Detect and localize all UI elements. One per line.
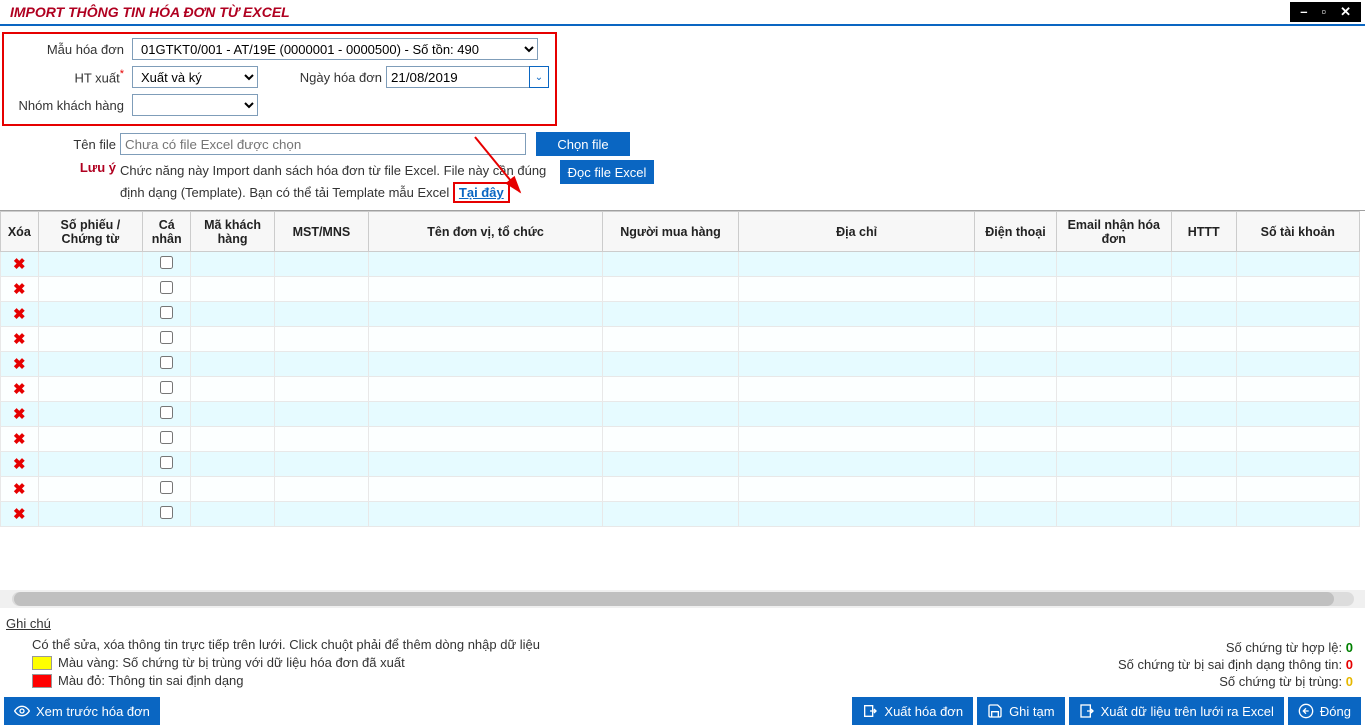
label-ten-file: Tên file	[2, 137, 116, 152]
swatch-yellow	[32, 656, 52, 670]
checkbox-ca-nhan[interactable]	[160, 306, 173, 319]
data-grid: XóaSố phiếu / Chứng từCá nhânMã khách hà…	[0, 210, 1365, 586]
delete-row-icon[interactable]: ✖	[13, 406, 26, 423]
delete-row-icon[interactable]: ✖	[13, 481, 26, 498]
maximize-icon[interactable]: ▫	[1321, 4, 1326, 20]
checkbox-ca-nhan[interactable]	[160, 431, 173, 444]
eye-icon	[14, 703, 30, 719]
excel-export-icon	[1079, 703, 1095, 719]
delete-row-icon[interactable]: ✖	[13, 356, 26, 373]
table-row[interactable]: ✖	[1, 352, 1360, 377]
note-text: Chức năng này Import danh sách hóa đơn t…	[120, 160, 550, 204]
btn-xuat-excel[interactable]: Xuất dữ liệu trên lưới ra Excel	[1069, 697, 1284, 725]
checkbox-ca-nhan[interactable]	[160, 456, 173, 469]
btn-xuat-hoa-don[interactable]: Xuất hóa đơn	[852, 697, 973, 725]
checkbox-ca-nhan[interactable]	[160, 381, 173, 394]
table-row[interactable]: ✖	[1, 477, 1360, 502]
close-icon[interactable]: ✕	[1340, 4, 1351, 20]
col-header[interactable]: Xóa	[1, 212, 39, 252]
delete-row-icon[interactable]: ✖	[13, 281, 26, 298]
input-ten-file	[120, 133, 526, 155]
table-row[interactable]: ✖	[1, 327, 1360, 352]
table-row[interactable]: ✖	[1, 402, 1360, 427]
delete-row-icon[interactable]: ✖	[13, 381, 26, 398]
table-row[interactable]: ✖	[1, 277, 1360, 302]
col-header[interactable]: Địa chỉ	[738, 212, 974, 252]
select-nhom-khach-hang[interactable]	[132, 94, 258, 116]
table-row[interactable]: ✖	[1, 302, 1360, 327]
checkbox-ca-nhan[interactable]	[160, 356, 173, 369]
checkbox-ca-nhan[interactable]	[160, 256, 173, 269]
checkbox-ca-nhan[interactable]	[160, 281, 173, 294]
ghi-chu-title: Ghi chú	[6, 616, 1359, 631]
minimize-icon[interactable]: –	[1300, 4, 1307, 20]
swatch-red	[32, 674, 52, 688]
label-luu-y: Lưu ý	[2, 160, 116, 175]
date-picker-button[interactable]: ⌄	[529, 66, 549, 88]
form-highlight-box: Mẫu hóa đơn 01GTKT0/001 - AT/19E (000000…	[2, 32, 557, 126]
label-nhom-khach-hang: Nhóm khách hàng	[10, 98, 124, 113]
window-controls: – ▫ ✕	[1290, 2, 1361, 22]
table-row[interactable]: ✖	[1, 252, 1360, 277]
delete-row-icon[interactable]: ✖	[13, 506, 26, 523]
btn-dong[interactable]: Đóng	[1288, 697, 1361, 725]
stat-sai-dinh-dang: 0	[1346, 657, 1353, 672]
delete-row-icon[interactable]: ✖	[13, 431, 26, 448]
col-header[interactable]: MST/MNS	[274, 212, 368, 252]
stat-hop-le: 0	[1346, 640, 1353, 655]
delete-row-icon[interactable]: ✖	[13, 256, 26, 273]
col-header[interactable]: Số tài khoản	[1236, 212, 1359, 252]
table-row[interactable]: ✖	[1, 452, 1360, 477]
horizontal-scrollbar[interactable]	[0, 590, 1365, 608]
delete-row-icon[interactable]: ✖	[13, 306, 26, 323]
col-header[interactable]: Số phiếu / Chứng từ	[38, 212, 143, 252]
export-icon	[862, 703, 878, 719]
select-mau-hoa-don[interactable]: 01GTKT0/001 - AT/19E (0000001 - 0000500)…	[132, 38, 538, 60]
col-header[interactable]: Tên đơn vị, tổ chức	[368, 212, 602, 252]
btn-chon-file[interactable]: Chọn file	[536, 132, 630, 156]
checkbox-ca-nhan[interactable]	[160, 406, 173, 419]
select-ht-xuat[interactable]: Xuất và ký	[132, 66, 258, 88]
btn-xem-truoc[interactable]: Xem trước hóa đơn	[4, 697, 160, 725]
col-header[interactable]: Mã khách hàng	[191, 212, 275, 252]
table-row[interactable]: ✖	[1, 502, 1360, 527]
label-ht-xuat: HT xuất	[10, 68, 124, 85]
stats-panel: Số chứng từ hợp lệ: 0 Số chứng từ bị sai…	[1118, 638, 1353, 691]
btn-doc-file-excel[interactable]: Đọc file Excel	[560, 160, 654, 184]
delete-row-icon[interactable]: ✖	[13, 456, 26, 473]
col-header[interactable]: Email nhận hóa đơn	[1056, 212, 1171, 252]
input-ngay-hoa-don[interactable]	[386, 66, 530, 88]
col-header[interactable]: Cá nhân	[143, 212, 191, 252]
btn-ghi-tam[interactable]: Ghi tạm	[977, 697, 1065, 725]
label-ngay-hoa-don: Ngày hóa đơn	[272, 70, 382, 85]
checkbox-ca-nhan[interactable]	[160, 331, 173, 344]
checkbox-ca-nhan[interactable]	[160, 506, 173, 519]
col-header[interactable]: Người mua hàng	[603, 212, 739, 252]
link-tai-day[interactable]: Tại đây	[453, 182, 510, 203]
col-header[interactable]: Điện thoại	[975, 212, 1057, 252]
window-title: IMPORT THÔNG TIN HÓA ĐƠN TỪ EXCEL	[4, 4, 290, 20]
checkbox-ca-nhan[interactable]	[160, 481, 173, 494]
table-row[interactable]: ✖	[1, 377, 1360, 402]
label-mau-hoa-don: Mẫu hóa đơn	[10, 42, 124, 57]
back-icon	[1298, 703, 1314, 719]
stat-trung: 0	[1346, 674, 1353, 689]
save-icon	[987, 703, 1003, 719]
table-row[interactable]: ✖	[1, 427, 1360, 452]
delete-row-icon[interactable]: ✖	[13, 331, 26, 348]
col-header[interactable]: HTTT	[1171, 212, 1236, 252]
